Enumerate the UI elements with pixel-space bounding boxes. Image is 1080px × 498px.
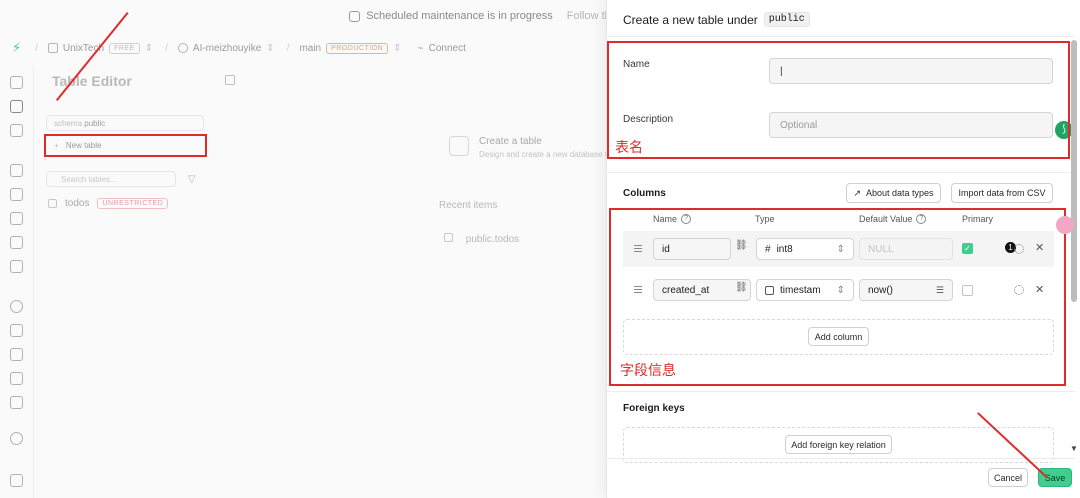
- filter-icon[interactable]: ▽: [188, 174, 196, 185]
- banner-text: Scheduled maintenance is in progress: [366, 10, 553, 22]
- storage-icon[interactable]: [10, 212, 23, 225]
- chevron-updown-icon: ⇕: [393, 42, 402, 54]
- name-annotation-label: 表名: [615, 139, 643, 155]
- foreign-keys-label: Foreign keys: [623, 403, 685, 414]
- columns-annotation-label: 字段信息: [620, 362, 676, 378]
- chevron-updown-icon: ⇕: [144, 42, 154, 54]
- reports-icon[interactable]: [10, 324, 23, 337]
- home-icon[interactable]: [10, 76, 23, 89]
- scroll-down-arrow-icon[interactable]: ▼: [1070, 444, 1078, 453]
- table-editor-title: Table Editor: [52, 73, 132, 89]
- create-table-desc: Design and create a new database table: [479, 150, 623, 159]
- logs-icon[interactable]: [10, 348, 23, 361]
- supabase-logo[interactable]: ⚡: [12, 40, 21, 56]
- floating-helper-icon[interactable]: [1056, 216, 1074, 234]
- save-button[interactable]: Save: [1038, 468, 1072, 487]
- import-csv-button[interactable]: Import data from CSV: [951, 183, 1053, 203]
- database-icon[interactable]: [10, 164, 23, 177]
- schema-selector[interactable]: schema public: [46, 115, 204, 131]
- panel-schema: public: [763, 12, 810, 27]
- left-nav-rail: [0, 66, 34, 498]
- connect-button[interactable]: ⌁ Connect: [418, 43, 466, 54]
- branch-name: main: [299, 42, 322, 54]
- table-list-item[interactable]: todos UNRESTRICTED: [48, 198, 169, 209]
- external-link-icon: ↗: [853, 187, 861, 198]
- branch-env-badge: PRODUCTION: [326, 42, 389, 54]
- table-icon: [444, 233, 453, 242]
- schema-value: public: [84, 119, 106, 128]
- integrations-icon[interactable]: [10, 396, 23, 409]
- about-data-types-button[interactable]: ↗ About data types: [846, 183, 941, 203]
- info-icon: [349, 10, 361, 22]
- panel-scrollbar[interactable]: [1071, 40, 1077, 302]
- new-table-button[interactable]: + New table: [44, 134, 207, 157]
- rls-badge: UNRESTRICTED: [97, 198, 169, 209]
- columns-annotation-box: [609, 208, 1066, 386]
- add-foreign-key-button[interactable]: Add foreign key relation: [785, 435, 892, 454]
- project-name: AI-meizhouyike: [192, 42, 262, 54]
- advisors-icon[interactable]: [10, 300, 23, 313]
- columns-label: Columns: [623, 188, 666, 199]
- plug-icon: ⌁: [417, 42, 424, 54]
- table-icon: [48, 199, 57, 208]
- create-table-panel: Create a new table under public Name | D…: [606, 0, 1080, 498]
- plus-icon: +: [54, 141, 59, 150]
- create-table-title: Create a table: [479, 136, 542, 147]
- panel-header: Create a new table under public: [623, 12, 810, 27]
- org-plan-badge: FREE: [109, 42, 140, 54]
- banner-follow-link[interactable]: Follow th: [567, 10, 611, 22]
- project-switcher[interactable]: AI-meizhouyike ⇕: [177, 42, 275, 54]
- recent-items-title: Recent items: [439, 200, 498, 211]
- create-table-card[interactable]: Create a table Design and create a new d…: [449, 136, 622, 159]
- table-name: todos: [65, 198, 90, 209]
- branch-switcher[interactable]: main PRODUCTION ⇕: [299, 42, 402, 54]
- table-editor-icon[interactable]: [10, 100, 23, 113]
- auth-icon[interactable]: [10, 188, 23, 201]
- table-icon: [449, 136, 469, 156]
- edge-functions-icon[interactable]: [10, 236, 23, 249]
- cancel-button[interactable]: Cancel: [988, 468, 1028, 487]
- org-icon: [47, 43, 58, 53]
- settings-icon[interactable]: [10, 432, 23, 445]
- chevron-updown-icon: ⇕: [266, 42, 275, 54]
- project-icon: [177, 43, 188, 53]
- panel-title: Create a new table under: [623, 12, 758, 27]
- toggle-panel-icon[interactable]: [225, 75, 235, 85]
- api-docs-icon[interactable]: [10, 372, 23, 385]
- sql-editor-icon[interactable]: [10, 124, 23, 137]
- name-annotation-box: [607, 41, 1070, 159]
- realtime-icon[interactable]: [10, 260, 23, 273]
- collapse-sidebar-icon[interactable]: [10, 474, 23, 487]
- recent-item[interactable]: public.todos: [444, 233, 519, 245]
- search-tables-input[interactable]: Search tables...: [46, 171, 176, 187]
